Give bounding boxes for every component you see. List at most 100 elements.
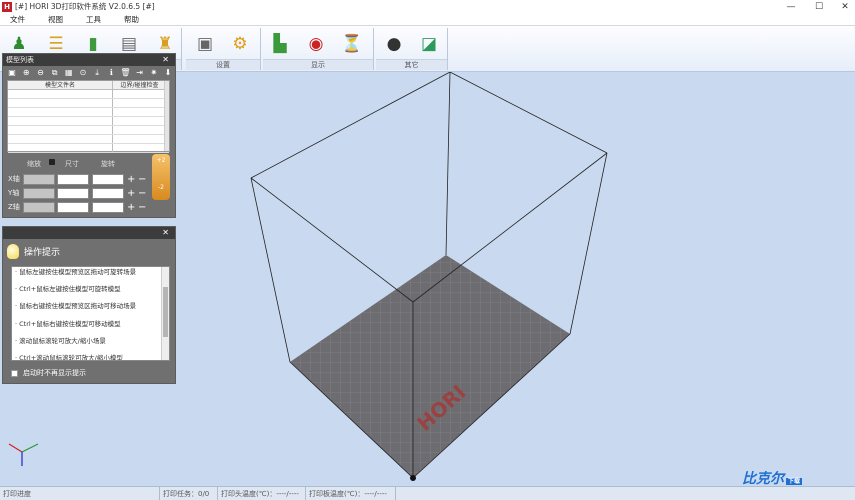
x-scale-input[interactable] bbox=[23, 174, 55, 185]
step-arrows: +2 -2 bbox=[152, 154, 170, 200]
z-increase-button[interactable]: + bbox=[127, 203, 135, 213]
dont-show-checkbox[interactable] bbox=[11, 369, 18, 377]
table-row[interactable] bbox=[8, 144, 169, 153]
menu-view[interactable]: 视图 bbox=[38, 14, 63, 25]
y-axis-label: Y轴 bbox=[8, 189, 20, 197]
step-down-button[interactable]: -2 bbox=[152, 184, 170, 191]
y-size-input[interactable] bbox=[57, 188, 89, 199]
z-scale-input[interactable] bbox=[23, 202, 55, 213]
hints-scrollbar-thumb[interactable] bbox=[163, 287, 168, 337]
save-icon[interactable]: ▣ bbox=[5, 68, 19, 77]
hints-list[interactable]: · 鼠标左键按住模型预览区拖动可旋转场景 · Ctrl+鼠标左键按住模型可旋转模… bbox=[11, 266, 170, 361]
toolbar-group-other: ● ◪ 其它 bbox=[376, 28, 448, 70]
close-button[interactable]: ✕ bbox=[832, 0, 855, 13]
dont-show-checkbox-row[interactable]: 启动时不再显示提示 bbox=[11, 368, 86, 378]
grid-arrange-icon[interactable]: ▦ bbox=[62, 68, 76, 77]
maximize-button[interactable]: ☐ bbox=[806, 0, 832, 13]
menu-tools[interactable]: 工具 bbox=[76, 14, 101, 25]
list-item: · 鼠标右键按住模型预览区拖动可移动场景 bbox=[15, 302, 137, 311]
app-logo-icon: H bbox=[2, 1, 12, 12]
menu-help[interactable]: 帮助 bbox=[114, 14, 139, 25]
watermark-tag: 下载 bbox=[786, 478, 803, 485]
x-increase-button[interactable]: + bbox=[127, 175, 135, 185]
toolbar-group-display-label: 显示 bbox=[263, 59, 373, 70]
table-row[interactable] bbox=[8, 90, 169, 99]
lock-icon[interactable] bbox=[49, 159, 55, 165]
z-size-input[interactable] bbox=[57, 202, 89, 213]
model-display-icon[interactable]: ▙ bbox=[267, 30, 293, 57]
add-icon[interactable]: ⊕ bbox=[19, 68, 33, 77]
dont-show-label: 启动时不再显示提示 bbox=[23, 369, 86, 377]
scale-header: 缩放 bbox=[27, 160, 41, 168]
toolbar-group-display: ▙ ◉ ⏳ 显示 bbox=[263, 28, 374, 70]
light-icon[interactable]: ✷ bbox=[147, 68, 161, 77]
x-rotate-input[interactable] bbox=[92, 174, 124, 185]
hints-panel: ✕ 操作提示 · 鼠标左键按住模型预览区拖动可旋转场景 · Ctrl+鼠标左键按… bbox=[2, 226, 176, 384]
lightbulb-icon bbox=[7, 244, 19, 259]
gear-settings-icon[interactable]: ⚙ bbox=[227, 30, 253, 57]
hints-scrollbar[interactable] bbox=[161, 267, 169, 360]
printer-settings-icon[interactable]: ▣ bbox=[192, 30, 218, 57]
list-item: · 鼠标左键按住模型预览区拖动可旋转场景 bbox=[15, 268, 137, 276]
model-table[interactable]: 模型文件名 边界/碰撞检查 bbox=[7, 80, 170, 153]
list-item: · Ctrl+鼠标左键按住模型可旋转模型 bbox=[15, 285, 121, 294]
move-right-icon[interactable]: ⇥ bbox=[133, 68, 147, 77]
model-table-header: 模型文件名 边界/碰撞检查 bbox=[8, 81, 169, 90]
download-icon[interactable]: ⬇ bbox=[161, 68, 175, 77]
minimize-button[interactable]: — bbox=[778, 0, 804, 13]
send-icon[interactable]: ◪ bbox=[416, 30, 442, 57]
hints-header: ✕ bbox=[3, 227, 175, 239]
z-decrease-button[interactable]: − bbox=[138, 203, 146, 213]
size-header: 尺寸 bbox=[65, 160, 79, 168]
list-item: · Ctrl+滚动鼠标滚轮可放大/缩小模型 bbox=[15, 353, 123, 361]
model-list-panel: 模型列表 ✕ ▣ ⊕ ⊖ ⧉ ▦ ⊙ ⤓ ℹ 🗑 ⇥ ✷ ⬇ 模型文件名 边界/… bbox=[2, 53, 176, 218]
y-scale-input[interactable] bbox=[23, 188, 55, 199]
model-toolbar: ▣ ⊕ ⊖ ⧉ ▦ ⊙ ⤓ ℹ 🗑 ⇥ ✷ ⬇ bbox=[3, 66, 175, 79]
progress-label: 打印进度 bbox=[3, 489, 31, 498]
logo-badge-icon[interactable]: ● bbox=[381, 30, 407, 57]
menu-bar: 文件 视图 工具 帮助 bbox=[0, 13, 855, 26]
table-row[interactable] bbox=[8, 108, 169, 117]
print-task-status: 打印任务：0/0 bbox=[160, 486, 218, 500]
window-title: [#] HORI 3D打印软件系统 V2.0.6.5 [#] bbox=[15, 2, 155, 11]
toolbar-group-other-label: 其它 bbox=[376, 59, 447, 70]
center-icon[interactable]: ⊙ bbox=[76, 68, 90, 77]
nozzle-temp-status: 打印头温度(℃)：----/---- bbox=[218, 486, 306, 500]
x-decrease-button[interactable]: − bbox=[138, 175, 146, 185]
bed-temp-status: 打印板温度(℃)：----/---- bbox=[306, 486, 396, 500]
menu-file[interactable]: 文件 bbox=[0, 14, 25, 25]
z-axis-label: Z轴 bbox=[8, 203, 20, 211]
y-rotate-input[interactable] bbox=[92, 188, 124, 199]
table-row[interactable] bbox=[8, 135, 169, 144]
table-row[interactable] bbox=[8, 99, 169, 108]
toolbar-group-settings-label: 设置 bbox=[186, 59, 260, 70]
eye-view-icon[interactable]: ◉ bbox=[303, 30, 329, 57]
support-display-icon[interactable]: ⏳ bbox=[339, 30, 365, 57]
x-axis-label: X轴 bbox=[8, 175, 20, 183]
column-model-filename[interactable]: 模型文件名 bbox=[8, 81, 113, 89]
list-item: · Ctrl+鼠标右键按住模型可移动模型 bbox=[15, 319, 121, 328]
hints-close-button[interactable]: ✕ bbox=[162, 227, 169, 239]
model-table-scrollbar[interactable] bbox=[164, 81, 169, 151]
column-bounds-check[interactable]: 边界/碰撞检查 bbox=[113, 81, 166, 89]
step-up-button[interactable]: +2 bbox=[152, 157, 170, 164]
y-decrease-button[interactable]: − bbox=[138, 189, 146, 199]
table-row[interactable] bbox=[8, 117, 169, 126]
remove-icon[interactable]: ⊖ bbox=[33, 68, 47, 77]
model-list-close-button[interactable]: ✕ bbox=[162, 54, 169, 66]
y-increase-button[interactable]: + bbox=[127, 189, 135, 199]
drop-to-bed-icon[interactable]: ⤓ bbox=[90, 68, 104, 78]
status-bar: 打印进度 0% 打印任务：0/0 打印头温度(℃)：----/---- 打印板温… bbox=[0, 486, 855, 500]
x-size-input[interactable] bbox=[57, 174, 89, 185]
z-rotate-input[interactable] bbox=[92, 202, 124, 213]
table-row[interactable] bbox=[8, 126, 169, 135]
watermark-text: 比克尔 bbox=[742, 471, 784, 487]
hints-title: 操作提示 bbox=[24, 248, 61, 258]
info-icon[interactable]: ℹ bbox=[104, 68, 118, 77]
copy-icon[interactable]: ⧉ bbox=[48, 68, 62, 78]
toolbar-group-settings: ▣ ⚙ 设置 bbox=[186, 28, 261, 70]
hints-title-row: 操作提示 bbox=[7, 244, 60, 259]
origin-point bbox=[410, 475, 416, 481]
model-list-title: 模型列表 bbox=[6, 56, 34, 64]
delete-icon[interactable]: 🗑 bbox=[118, 68, 132, 77]
